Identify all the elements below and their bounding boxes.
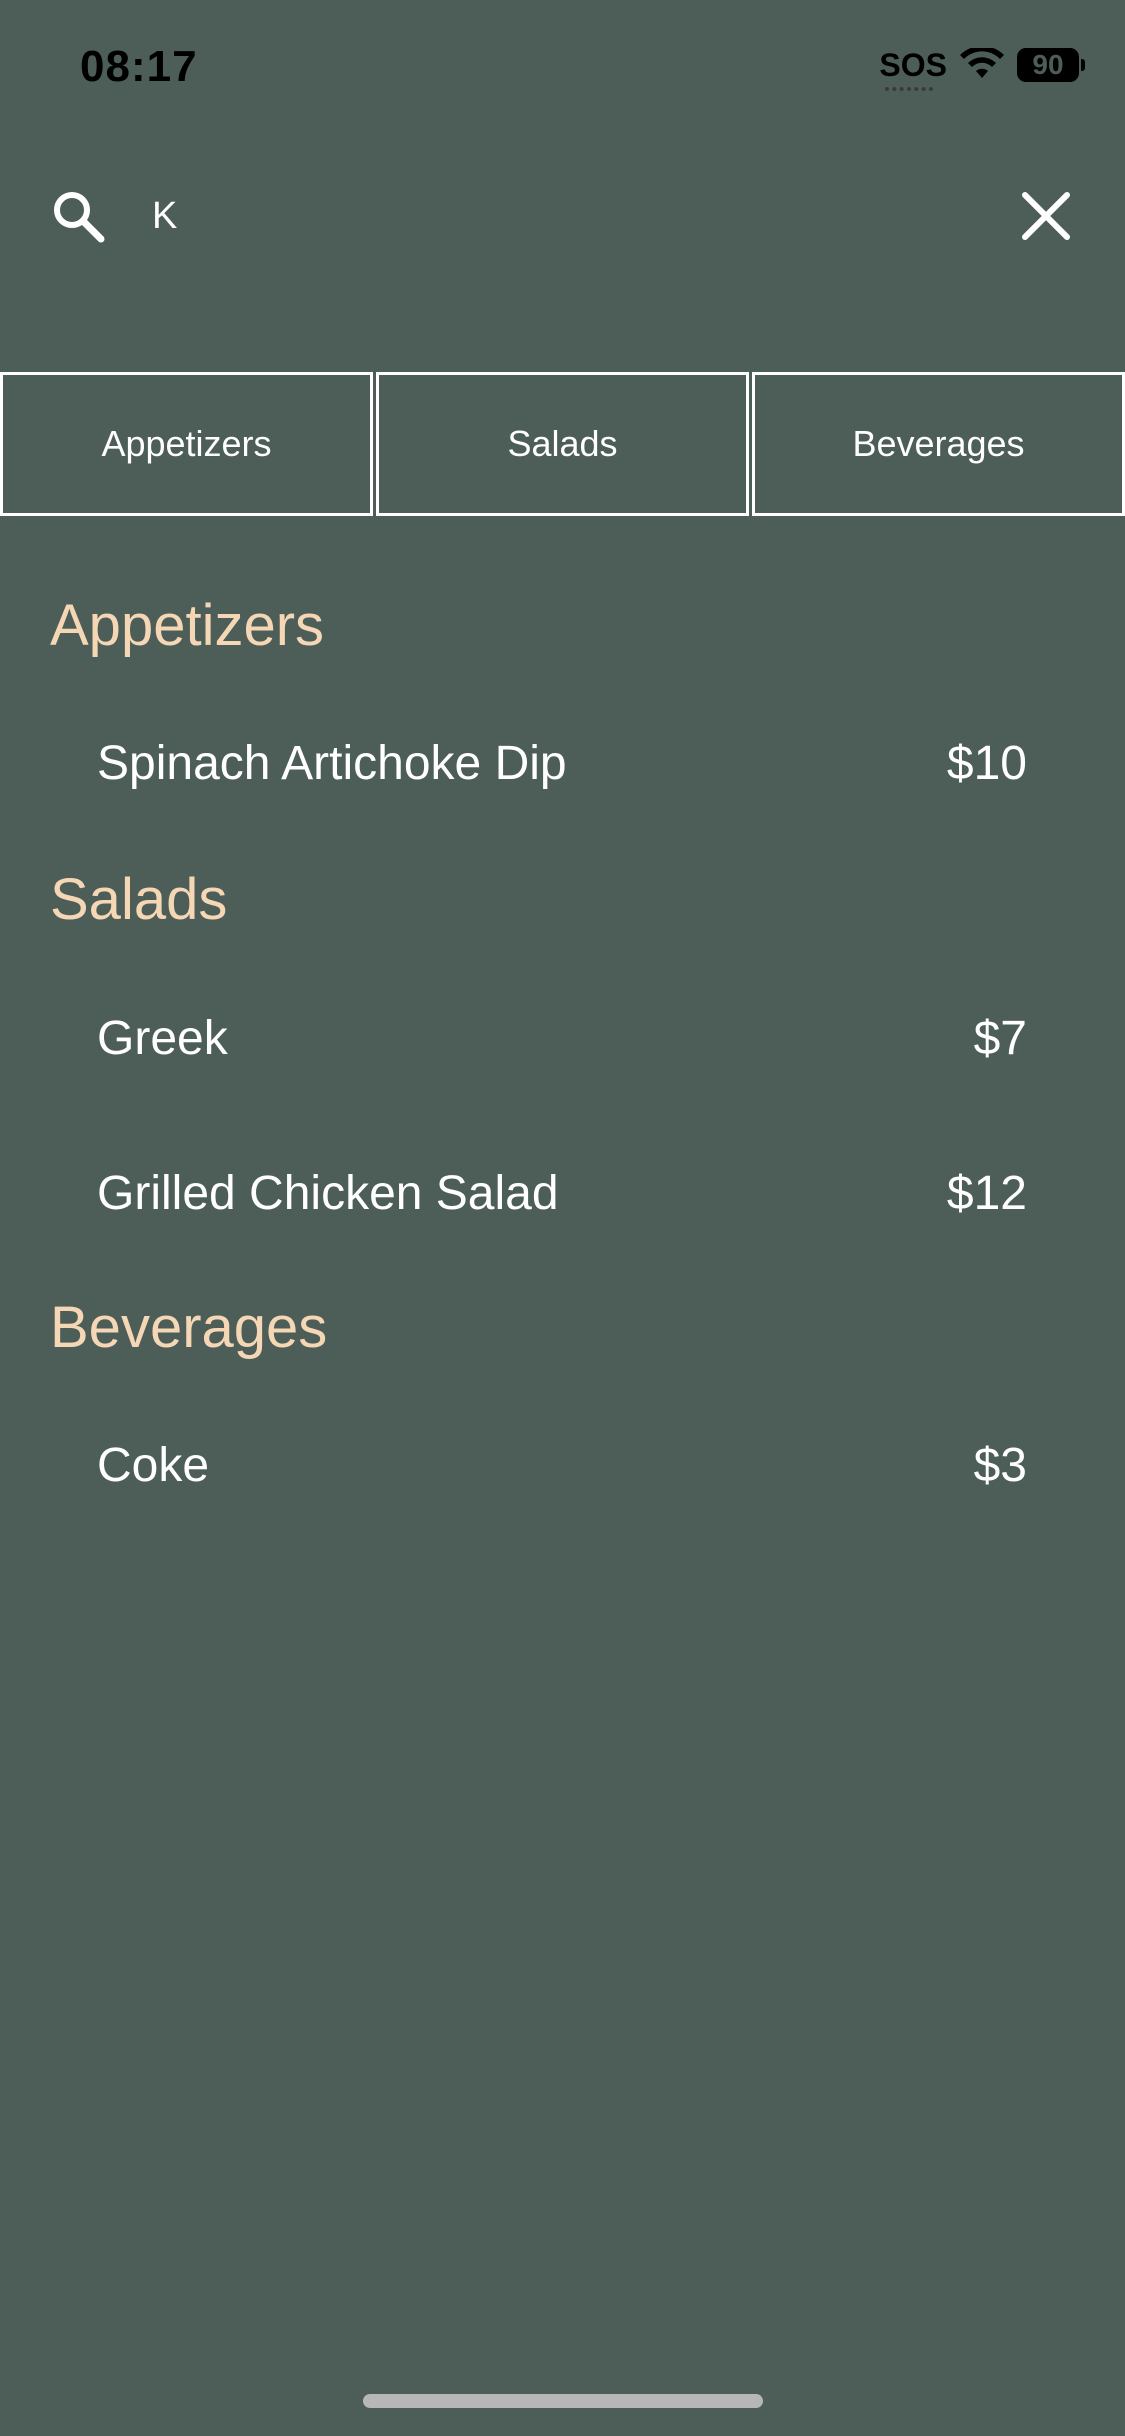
menu-item[interactable]: Greek $7	[97, 1011, 1027, 1066]
search-input[interactable]	[152, 186, 992, 246]
tab-beverages[interactable]: Beverages	[752, 372, 1125, 516]
status-bar: 08:17 SOS 90	[0, 0, 1125, 140]
section-title-beverages: Beverages	[50, 1295, 328, 1360]
signal-dots-icon	[885, 87, 934, 95]
menu-item-name: Greek	[97, 1012, 228, 1065]
section-title-appetizers: Appetizers	[50, 593, 325, 658]
search-icon[interactable]	[48, 186, 108, 246]
sos-indicator: SOS	[879, 47, 947, 91]
tab-salads[interactable]: Salads	[376, 372, 749, 516]
menu-item-price: $7	[973, 1012, 1027, 1065]
close-icon[interactable]	[1020, 190, 1072, 242]
battery-level: 90	[1032, 49, 1064, 80]
menu-item-name: Spinach Artichoke Dip	[97, 737, 567, 790]
tab-appetizers[interactable]: Appetizers	[0, 372, 373, 516]
menu-item-price: $12	[946, 1167, 1027, 1220]
home-indicator[interactable]	[363, 2394, 763, 2408]
menu-item[interactable]: Grilled Chicken Salad $12	[97, 1166, 1027, 1221]
menu-item-price: $3	[973, 1439, 1027, 1492]
battery-icon: 90	[1017, 48, 1085, 82]
wifi-icon	[960, 48, 1004, 78]
status-time: 08:17	[80, 42, 198, 91]
battery-tip	[1081, 59, 1085, 71]
search-bar	[0, 160, 1125, 270]
menu-item-name: Coke	[97, 1439, 210, 1492]
menu-item[interactable]: Spinach Artichoke Dip $10	[97, 736, 1027, 791]
menu-item-name: Grilled Chicken Salad	[97, 1167, 559, 1220]
section-title-salads: Salads	[50, 867, 228, 932]
status-icons: SOS 90	[879, 47, 1085, 91]
menu-item[interactable]: Coke $3	[97, 1438, 1027, 1493]
menu-item-price: $10	[946, 737, 1027, 790]
sos-label: SOS	[879, 47, 947, 83]
category-tabs: Appetizers Salads Beverages	[0, 372, 1125, 516]
